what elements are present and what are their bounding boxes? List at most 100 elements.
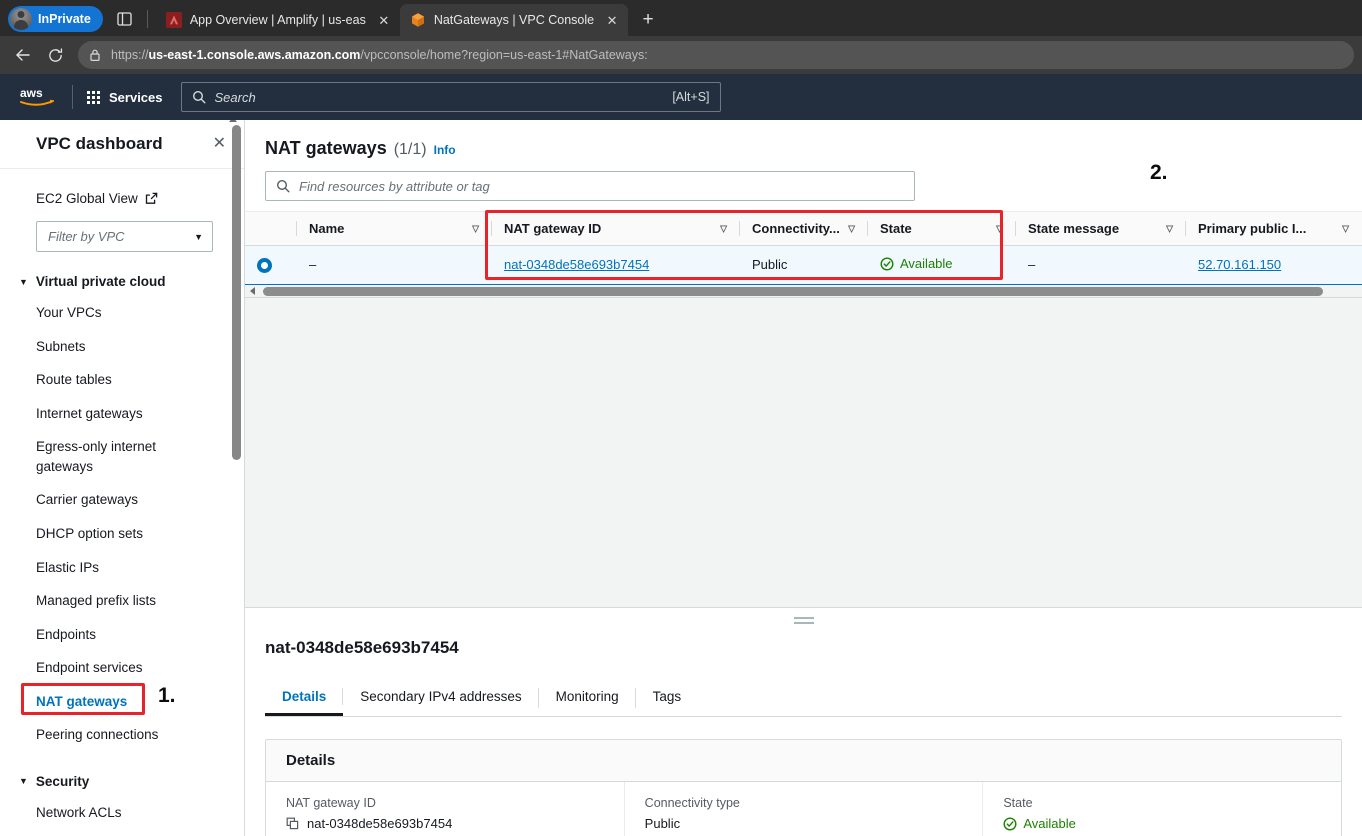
new-tab-button[interactable]: +: [634, 5, 662, 33]
aws-search-input[interactable]: Search [Alt+S]: [180, 82, 721, 112]
sidebar-item-endpoints[interactable]: Endpoints: [0, 618, 244, 652]
sidebar-group-security[interactable]: ▼ Security: [0, 752, 244, 796]
table-row[interactable]: – nat-0348de58e693b7454 Public Available…: [245, 245, 1362, 285]
sort-icon[interactable]: ▽: [1342, 223, 1349, 234]
cell-name: –: [297, 245, 492, 285]
close-icon[interactable]: ✕: [213, 136, 226, 152]
cell-connectivity: Public: [740, 245, 868, 285]
column-header-primary-public-ip[interactable]: Primary public I... ▽: [1186, 211, 1362, 246]
copy-icon[interactable]: [286, 817, 299, 830]
cell-nat-gateway-id: nat-0348de58e693b7454: [492, 245, 740, 285]
cell-state-message: –: [1016, 245, 1186, 285]
tab-label: Secondary IPv4 addresses: [360, 689, 522, 704]
sidebar-item-managed-prefix-lists[interactable]: Managed prefix lists: [0, 584, 244, 618]
amplify-icon: [165, 12, 182, 28]
row-select-cell[interactable]: [245, 245, 297, 285]
detail-field-state: State Available: [982, 782, 1341, 836]
column-header-connectivity[interactable]: Connectivity... ▽: [740, 211, 868, 246]
sort-icon[interactable]: ▽: [848, 223, 855, 234]
inprivate-badge[interactable]: InPrivate: [8, 6, 103, 32]
sidebar-item-endpoint-services[interactable]: Endpoint services: [0, 651, 244, 685]
sidebar-item-egress-only-internet-gateways[interactable]: Egress-only internet gateways: [0, 430, 244, 483]
nav-divider: [72, 85, 73, 109]
services-menu-button[interactable]: Services: [87, 90, 163, 105]
tab-tags[interactable]: Tags: [636, 680, 699, 716]
main-content: NAT gateways (1/1) Info Find resources b…: [245, 120, 1362, 836]
aws-top-nav: aws Services Search [Alt+S]: [0, 74, 1362, 120]
row-radio-button[interactable]: [257, 257, 272, 273]
filter-by-vpc-select[interactable]: Filter by VPC ▼: [36, 221, 213, 252]
column-label: State: [880, 221, 912, 236]
reload-icon[interactable]: [40, 40, 70, 70]
sidebar-group-label: Security: [35, 773, 90, 789]
column-header-select: [245, 211, 297, 246]
sort-icon[interactable]: ▽: [996, 223, 1003, 234]
status-badge: Available: [1003, 816, 1076, 831]
column-header-name[interactable]: Name ▽: [297, 211, 492, 246]
sidebar-item-ec2-global-view[interactable]: EC2 Global View: [0, 169, 244, 206]
detail-label: Connectivity type: [644, 796, 740, 810]
details-resource-title: nat-0348de58e693b7454: [265, 638, 459, 657]
tab-details[interactable]: Details: [265, 680, 344, 716]
nat-gateway-id-link[interactable]: nat-0348de58e693b7454: [504, 257, 649, 272]
search-icon: [192, 90, 206, 104]
annotation-label-step2: 2.: [1150, 161, 1168, 184]
scroll-left-arrow-icon[interactable]: [250, 286, 255, 295]
back-arrow-icon[interactable]: [8, 40, 38, 70]
detail-value: Public: [644, 816, 681, 831]
cell-primary-public-ip: 52.70.161.150: [1186, 245, 1362, 285]
address-bar[interactable]: https://us-east-1.console.aws.amazon.com…: [78, 41, 1354, 69]
sort-icon[interactable]: ▽: [472, 223, 479, 234]
sidebar-item-nat-gateways[interactable]: NAT gateways: [0, 685, 244, 719]
sidebar-item-elastic-ips[interactable]: Elastic IPs: [0, 551, 244, 585]
detail-field-connectivity-type: Connectivity type Public: [623, 782, 983, 836]
details-tabs: Details Secondary IPv4 addresses Monitor…: [265, 680, 1342, 717]
url-text: https://us-east-1.console.aws.amazon.com…: [111, 48, 648, 62]
sidebar-scrollbar[interactable]: [229, 120, 241, 460]
scrollbar-thumb[interactable]: [263, 286, 1323, 296]
column-header-state-message[interactable]: State message ▽: [1016, 211, 1186, 246]
browser-tab-title: NatGateways | VPC Console: [433, 13, 595, 27]
info-link[interactable]: Info: [434, 143, 456, 157]
column-header-nat-gateway-id[interactable]: NAT gateway ID ▽: [492, 211, 740, 246]
sort-icon[interactable]: ▽: [720, 223, 727, 234]
tab-label: Tags: [652, 689, 682, 704]
close-icon[interactable]: ✕: [602, 10, 622, 30]
tab-list-icon[interactable]: [111, 5, 139, 33]
scroll-up-arrow-icon[interactable]: [229, 120, 237, 122]
sidebar-item-carrier-gateways[interactable]: Carrier gateways: [0, 483, 244, 517]
sidebar-item-internet-gateways[interactable]: Internet gateways: [0, 397, 244, 431]
filter-by-vpc-placeholder: Filter by VPC: [48, 229, 125, 244]
sidebar-item-network-acls[interactable]: Network ACLs: [0, 796, 244, 830]
inprivate-label: InPrivate: [38, 12, 91, 26]
panel-resize-handle[interactable]: [793, 617, 814, 627]
tab-monitoring[interactable]: Monitoring: [539, 680, 636, 716]
primary-public-ip-link[interactable]: 52.70.161.150: [1198, 257, 1281, 272]
browser-tab-amplify[interactable]: App Overview | Amplify | us-east ✕: [156, 4, 400, 36]
detail-value-row: nat-0348de58e693b7454: [286, 816, 604, 831]
table-header-row: Name ▽ NAT gateway ID ▽ Connectivity... …: [245, 211, 1362, 246]
column-label: Primary public I...: [1198, 221, 1307, 236]
sidebar-group-virtual-private-cloud[interactable]: ▼ Virtual private cloud: [0, 252, 244, 296]
sidebar-item-subnets[interactable]: Subnets: [0, 330, 244, 364]
nat-gateways-table-wrapper: Name ▽ NAT gateway ID ▽ Connectivity... …: [245, 210, 1362, 285]
sidebar-item-dhcp-option-sets[interactable]: DHCP option sets: [0, 517, 244, 551]
browser-tab-title: App Overview | Amplify | us-east: [189, 13, 366, 27]
sidebar-item-nat-gateways-wrapper: NAT gateways 1.: [0, 682, 244, 719]
tab-secondary-ipv4-addresses[interactable]: Secondary IPv4 addresses: [343, 680, 539, 716]
aws-logo-icon[interactable]: aws: [16, 85, 58, 109]
search-placeholder: Search: [214, 89, 256, 105]
sidebar-item-security-groups[interactable]: Security groups: [0, 829, 244, 836]
table-horizontal-scrollbar[interactable]: [245, 284, 1362, 298]
column-header-state[interactable]: State ▽: [868, 211, 1016, 246]
sidebar-item-peering-connections[interactable]: Peering connections: [0, 718, 244, 752]
sidebar-body: EC2 Global View Filter by VPC ▼ ▼ Virtua…: [0, 169, 244, 836]
browser-tab-vpc-console[interactable]: NatGateways | VPC Console ✕: [399, 4, 629, 36]
status-badge: Available: [880, 256, 953, 271]
close-icon[interactable]: ✕: [374, 10, 394, 30]
sidebar-header: VPC dashboard ✕: [0, 120, 244, 169]
sidebar-item-your-vpcs[interactable]: Your VPCs: [0, 296, 244, 330]
sort-icon[interactable]: ▽: [1166, 223, 1173, 234]
search-input[interactable]: Find resources by attribute or tag: [265, 171, 915, 201]
sidebar-item-route-tables[interactable]: Route tables: [0, 363, 244, 397]
